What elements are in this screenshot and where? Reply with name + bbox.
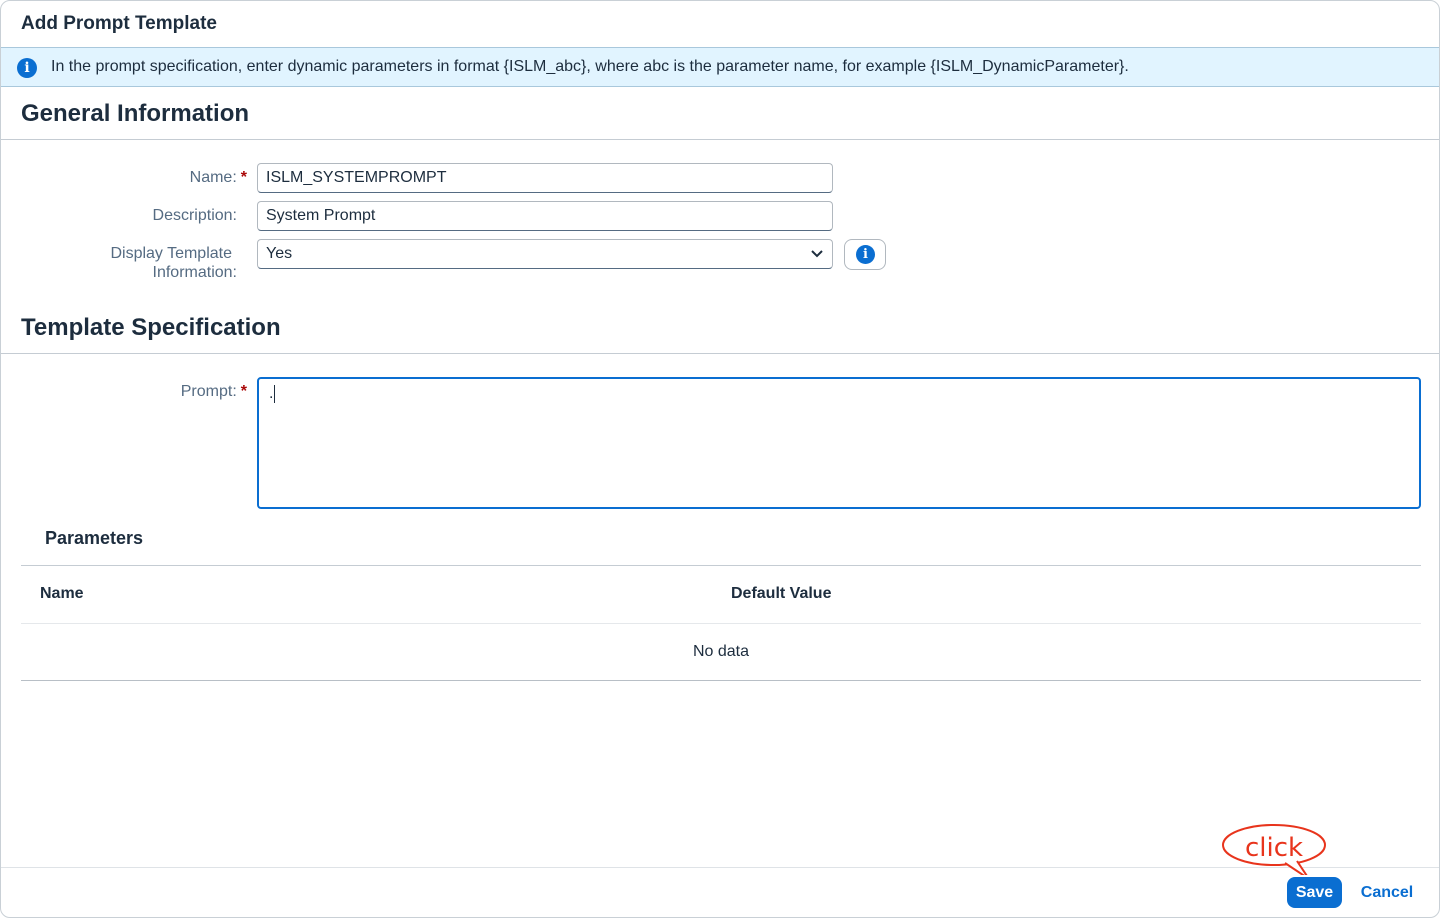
name-field[interactable]: ISLM_SYSTEMPROMPT [257,163,833,193]
display-template-information-select[interactable]: Yes [257,239,833,269]
info-icon: i [856,245,875,264]
info-icon: i [17,58,37,78]
info-message-text: In the prompt specification, enter dynam… [51,58,1129,75]
prompt-text: . [269,385,274,403]
required-marker: * [240,383,247,400]
table-bottom-divider [21,680,1421,681]
template-specification-heading: Template Specification [21,314,281,341]
prompt-textarea[interactable]: . [257,377,1421,509]
no-data-text: No data [692,643,750,660]
dialog-title: Add Prompt Template [21,13,217,34]
name-label: Name: * [189,169,247,186]
parameters-heading: Parameters [45,528,144,548]
table-header-divider [21,623,1421,624]
info-message-strip: i In the prompt specification, enter dyn… [1,47,1439,87]
cancel-button[interactable]: Cancel [1353,877,1421,908]
save-button[interactable]: Save [1287,877,1342,908]
description-field[interactable]: System Prompt [257,201,833,231]
click-annotation-text: click [1244,833,1304,863]
display-template-selected-value: Yes [266,245,293,262]
required-marker: * [240,169,247,186]
add-prompt-template-dialog: Add Prompt Template i In the prompt spec… [0,0,1440,918]
section-divider [1,353,1439,354]
table-top-divider [21,565,1421,566]
display-template-info-button[interactable]: i [844,239,886,270]
description-label: Description: [152,207,237,224]
display-template-information-label: Display Template Information: [110,245,237,281]
column-header-default-value[interactable]: Default Value [731,585,831,603]
chevron-down-icon[interactable] [810,240,824,268]
prompt-label: Prompt: * [180,383,247,400]
text-cursor [274,385,276,403]
section-divider [1,139,1439,140]
general-information-heading: General Information [21,100,250,127]
column-header-name[interactable]: Name [40,585,84,603]
